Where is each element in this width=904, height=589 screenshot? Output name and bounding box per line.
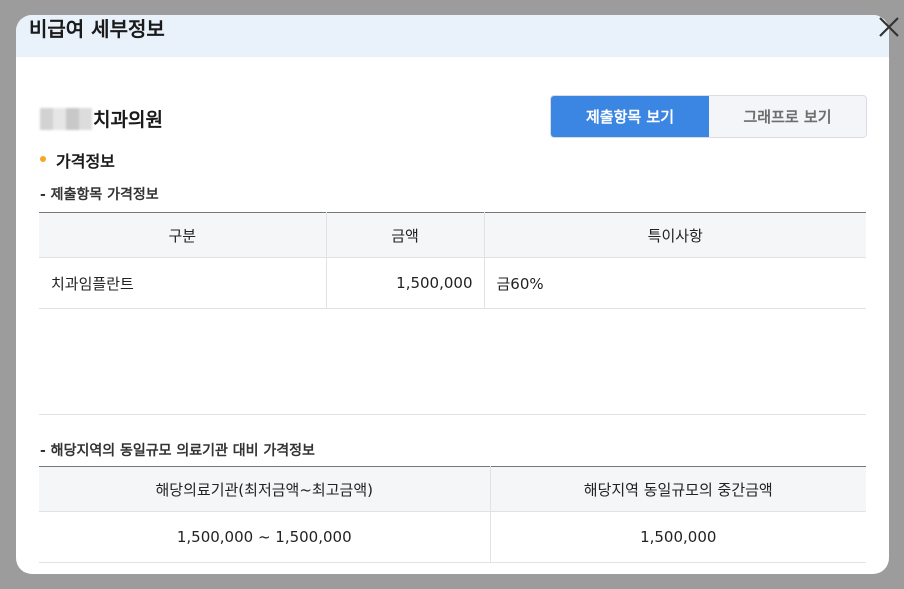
redacted-name-blur xyxy=(40,107,92,130)
submitted-price-table: 구분 금액 특이사항 치과임플란트 1,500,000 금60% xyxy=(39,212,866,309)
submitted-price-caption: - 제출항목 가격정보 xyxy=(40,187,159,203)
hospital-row: 치과의원 제출항목 보기 그래프로 보기 xyxy=(40,95,867,138)
table-row: 치과임플란트 1,500,000 금60% xyxy=(39,257,866,309)
col-header-median: 해당지역 동일규모의 중간금액 xyxy=(490,466,866,512)
graph-view-button[interactable]: 그래프로 보기 xyxy=(709,96,866,137)
cell-category: 치과임플란트 xyxy=(39,257,327,309)
table-header-row: 해당의료기관(최저금액~최고금액) 해당지역 동일규모의 중간금액 xyxy=(39,466,866,512)
price-info-heading: 가격정보 xyxy=(40,148,115,172)
bullet-dot-icon xyxy=(40,156,46,162)
col-header-note: 특이사항 xyxy=(484,212,866,258)
table-header-row: 구분 금액 특이사항 xyxy=(39,212,866,258)
close-button[interactable] xyxy=(876,14,902,40)
price-detail-modal: 비급여 세부정보 치과의원 제출항목 보기 그래프로 보기 가격정보 - 제출항… xyxy=(16,15,889,574)
table-row: 1,500,000 ~ 1,500,000 1,500,000 xyxy=(39,511,866,563)
cell-median: 1,500,000 xyxy=(490,511,866,563)
modal-header: 비급여 세부정보 xyxy=(16,15,889,57)
hospital-name-wrap: 치과의원 xyxy=(40,105,163,132)
close-icon xyxy=(879,17,899,37)
section-divider xyxy=(39,414,866,415)
submitted-items-view-button[interactable]: 제출항목 보기 xyxy=(551,96,709,137)
price-info-heading-label: 가격정보 xyxy=(56,152,115,171)
regional-price-table: 해당의료기관(최저금액~최고금액) 해당지역 동일규모의 중간금액 1,500,… xyxy=(39,466,866,563)
cell-range: 1,500,000 ~ 1,500,000 xyxy=(39,511,491,563)
col-header-range: 해당의료기관(최저금액~최고금액) xyxy=(39,466,491,512)
col-header-category: 구분 xyxy=(39,212,327,258)
regional-price-caption: - 해당지역의 동일규모 의료기관 대비 가격정보 xyxy=(40,443,315,459)
col-header-amount: 금액 xyxy=(326,212,485,258)
cell-amount: 1,500,000 xyxy=(326,257,485,309)
hospital-name: 치과의원 xyxy=(93,109,163,131)
view-toggle-group: 제출항목 보기 그래프로 보기 xyxy=(550,95,867,138)
cell-note: 금60% xyxy=(484,257,866,309)
modal-title: 비급여 세부정보 xyxy=(29,17,165,41)
